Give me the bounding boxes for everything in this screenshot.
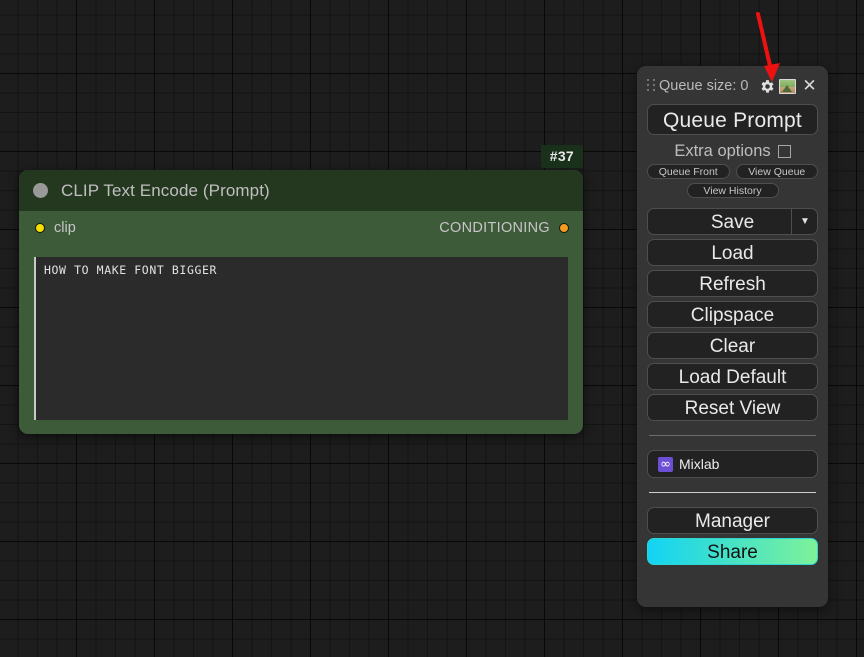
mixlab-button[interactable]: ∞ Mixlab xyxy=(647,450,818,478)
view-queue-button[interactable]: View Queue xyxy=(735,164,818,179)
image-icon[interactable] xyxy=(779,78,796,94)
load-default-button[interactable]: Load Default xyxy=(647,363,818,390)
comfyui-canvas[interactable]: #37 CLIP Text Encode (Prompt) clip CONDI… xyxy=(0,0,864,657)
share-button[interactable]: Share xyxy=(647,538,818,565)
clip-input-dot-icon[interactable] xyxy=(35,223,45,233)
node-slot-row: clip CONDITIONING xyxy=(19,211,583,247)
node-title-text: CLIP Text Encode (Prompt) xyxy=(61,180,270,200)
queue-prompt-button[interactable]: Queue Prompt xyxy=(647,104,818,135)
panel-header[interactable]: Queue size: 0 ✕ xyxy=(647,66,818,104)
collapse-dot-icon[interactable] xyxy=(33,183,48,198)
history-row: View History xyxy=(647,183,818,198)
node-output-conditioning[interactable]: CONDITIONING xyxy=(439,220,569,236)
queue-row: Queue Front View Queue xyxy=(647,164,818,179)
reset-view-button[interactable]: Reset View xyxy=(647,394,818,421)
queue-front-button[interactable]: Queue Front xyxy=(647,164,730,179)
chevron-down-icon[interactable]: ▼ xyxy=(791,208,818,235)
clear-button[interactable]: Clear xyxy=(647,332,818,359)
prompt-text-input[interactable] xyxy=(34,257,568,420)
extra-options-checkbox[interactable] xyxy=(777,144,791,158)
clip-text-encode-node[interactable]: #37 CLIP Text Encode (Prompt) clip CONDI… xyxy=(19,145,583,434)
conditioning-output-label: CONDITIONING xyxy=(439,220,550,236)
manager-button[interactable]: Manager xyxy=(647,507,818,534)
mixlab-label: Mixlab xyxy=(679,456,720,472)
node-id-badge: #37 xyxy=(540,145,583,168)
view-history-button[interactable]: View History xyxy=(686,183,779,198)
mixlab-icon: ∞ xyxy=(658,456,673,472)
clipspace-button[interactable]: Clipspace xyxy=(647,301,818,328)
close-icon[interactable]: ✕ xyxy=(801,77,818,95)
drag-handle-icon[interactable] xyxy=(647,78,656,94)
save-button-group[interactable]: Save ▼ xyxy=(647,208,818,235)
extra-options-label: Extra options xyxy=(674,141,771,160)
panel-divider-top xyxy=(649,435,816,436)
conditioning-output-dot-icon[interactable] xyxy=(559,223,569,233)
queue-size-label: Queue size: 0 xyxy=(659,78,749,94)
node-title-bar[interactable]: CLIP Text Encode (Prompt) xyxy=(19,170,583,211)
extra-options-row[interactable]: Extra options xyxy=(647,138,818,164)
clip-input-label: clip xyxy=(54,220,76,236)
node-input-clip[interactable]: clip xyxy=(35,220,76,236)
gear-icon[interactable] xyxy=(759,78,776,95)
refresh-button[interactable]: Refresh xyxy=(647,270,818,297)
comfy-menu-panel[interactable]: Queue size: 0 ✕ Queue Prompt Extra optio… xyxy=(637,66,828,607)
load-button[interactable]: Load xyxy=(647,239,818,266)
panel-main-buttons: Save ▼ Load Refresh Clipspace Clear Load… xyxy=(647,208,818,421)
panel-divider-bottom xyxy=(649,492,816,493)
